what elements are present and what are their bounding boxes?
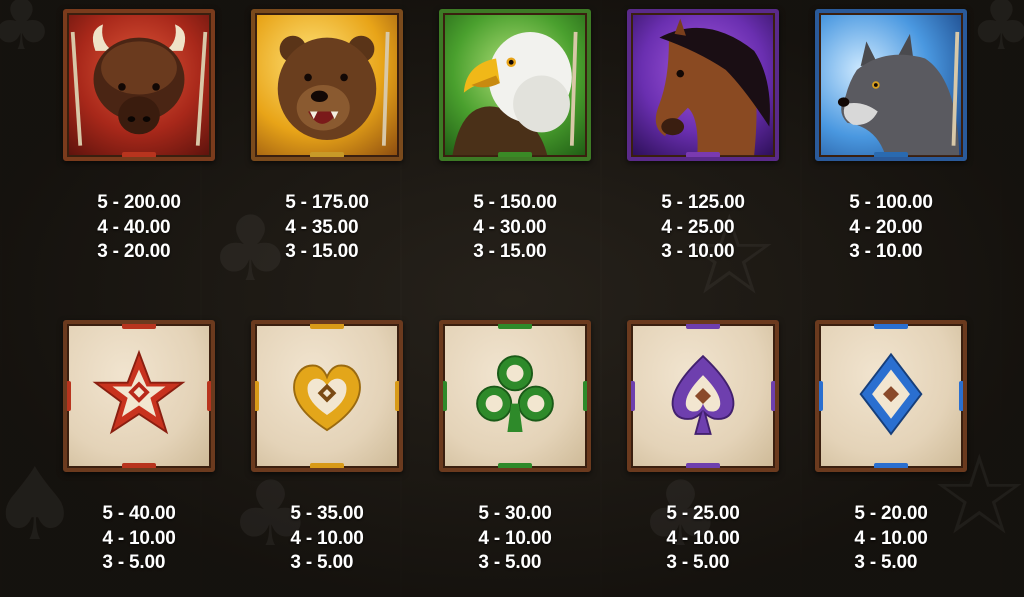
payout-list: 5 - 20.00 4 - 10.00 3 - 5.00 — [854, 502, 927, 576]
diamond-icon — [859, 352, 923, 436]
tile-bead — [874, 152, 908, 157]
payout-list: 5 - 100.00 4 - 20.00 3 - 10.00 — [849, 191, 933, 265]
tile-bead — [498, 324, 532, 329]
payout-4: 4 - 20.00 — [849, 216, 923, 238]
tile-bead — [207, 381, 211, 411]
tile-bead — [255, 381, 259, 411]
payout-4: 4 - 35.00 — [285, 216, 359, 238]
bear-icon — [277, 31, 390, 146]
tile-bead — [583, 381, 587, 411]
payout-list: 5 - 30.00 4 - 10.00 3 - 5.00 — [478, 502, 551, 576]
spade-icon — [671, 354, 735, 435]
horse-icon — [655, 18, 770, 156]
eagle-icon — [452, 31, 578, 156]
payout-4: 4 - 10.00 — [854, 527, 928, 549]
payout-list: 5 - 25.00 4 - 10.00 3 - 5.00 — [666, 502, 739, 576]
paytable-item-heart: 5 - 35.00 4 - 10.00 3 - 5.00 — [251, 320, 403, 576]
wolf-icon — [837, 31, 960, 156]
horse-tile — [627, 9, 779, 161]
tile-bead — [498, 463, 532, 468]
buffalo-tile — [63, 9, 215, 161]
tile-bead — [686, 463, 720, 468]
paytable-item-horse: 5 - 125.00 4 - 25.00 3 - 10.00 — [627, 9, 779, 265]
heart-icon — [293, 364, 361, 432]
diamond-tile — [815, 320, 967, 472]
tile-bead — [771, 381, 775, 411]
tile-bead — [443, 381, 447, 411]
payout-list: 5 - 200.00 4 - 40.00 3 - 20.00 — [97, 191, 181, 265]
star-icon — [92, 349, 186, 435]
paytable-item-buffalo: 5 - 200.00 4 - 40.00 3 - 20.00 — [63, 9, 215, 265]
tile-bead — [959, 381, 963, 411]
payout-5: 5 - 20.00 — [854, 503, 928, 524]
tile-bead — [631, 381, 635, 411]
buffalo-icon — [70, 24, 208, 146]
payout-3: 3 - 10.00 — [849, 241, 923, 262]
payout-3: 3 - 15.00 — [285, 241, 359, 262]
payout-3: 3 - 5.00 — [854, 552, 918, 573]
tile-bead — [122, 463, 156, 468]
tile-bead — [122, 152, 156, 157]
tile-bead — [686, 324, 720, 329]
payout-4: 4 - 10.00 — [478, 527, 552, 549]
paytable-item-wolf: 5 - 100.00 4 - 20.00 3 - 10.00 — [815, 9, 967, 265]
tile-bead — [67, 381, 71, 411]
payout-5: 5 - 30.00 — [478, 503, 552, 524]
star-tile — [63, 320, 215, 472]
bear-tile — [251, 9, 403, 161]
payout-5: 5 - 25.00 — [666, 503, 740, 524]
paytable-item-club: 5 - 30.00 4 - 10.00 3 - 5.00 — [439, 320, 591, 576]
paytable-item-eagle: 5 - 150.00 4 - 30.00 3 - 15.00 — [439, 9, 591, 265]
payout-list: 5 - 150.00 4 - 30.00 3 - 15.00 — [473, 191, 557, 265]
tile-bead — [874, 463, 908, 468]
payout-3: 3 - 5.00 — [478, 552, 542, 573]
paytable-item-star: 5 - 40.00 4 - 10.00 3 - 5.00 — [63, 320, 215, 576]
payout-4: 4 - 10.00 — [290, 527, 364, 549]
payout-5: 5 - 175.00 — [285, 192, 369, 213]
payout-3: 3 - 5.00 — [290, 552, 354, 573]
eagle-tile — [439, 9, 591, 161]
paytable: 5 - 200.00 4 - 40.00 3 - 20.00 5 - 175.0… — [0, 0, 1024, 597]
tile-bead — [395, 381, 399, 411]
payout-4: 4 - 10.00 — [666, 527, 740, 549]
payout-list: 5 - 175.00 4 - 35.00 3 - 15.00 — [285, 191, 369, 265]
payout-5: 5 - 40.00 — [102, 503, 176, 524]
payout-list: 5 - 125.00 4 - 25.00 3 - 10.00 — [661, 191, 745, 265]
payout-5: 5 - 125.00 — [661, 192, 745, 213]
payout-5: 5 - 200.00 — [97, 192, 181, 213]
payout-3: 3 - 20.00 — [97, 241, 171, 262]
tile-bead — [686, 152, 720, 157]
payout-4: 4 - 30.00 — [473, 216, 547, 238]
payout-3: 3 - 15.00 — [473, 241, 547, 262]
tile-bead — [310, 324, 344, 329]
payout-3: 3 - 10.00 — [661, 241, 735, 262]
tile-bead — [498, 152, 532, 157]
payout-list: 5 - 35.00 4 - 10.00 3 - 5.00 — [290, 502, 363, 576]
payout-list: 5 - 40.00 4 - 10.00 3 - 5.00 — [102, 502, 175, 576]
club-icon — [476, 355, 554, 432]
tile-bead — [310, 152, 344, 157]
tile-bead — [310, 463, 344, 468]
paytable-item-bear: 5 - 175.00 4 - 35.00 3 - 15.00 — [251, 9, 403, 265]
tile-bead — [874, 324, 908, 329]
spade-tile — [627, 320, 779, 472]
paytable-item-diamond: 5 - 20.00 4 - 10.00 3 - 5.00 — [815, 320, 967, 576]
club-tile — [439, 320, 591, 472]
wolf-tile — [815, 9, 967, 161]
payout-4: 4 - 10.00 — [102, 527, 176, 549]
payout-3: 3 - 5.00 — [666, 552, 730, 573]
payout-5: 5 - 35.00 — [290, 503, 364, 524]
tile-bead — [122, 324, 156, 329]
payout-5: 5 - 150.00 — [473, 192, 557, 213]
paytable-item-spade: 5 - 25.00 4 - 10.00 3 - 5.00 — [627, 320, 779, 576]
payout-3: 3 - 5.00 — [102, 552, 166, 573]
payout-5: 5 - 100.00 — [849, 192, 933, 213]
payout-4: 4 - 40.00 — [97, 216, 171, 238]
payout-4: 4 - 25.00 — [661, 216, 735, 238]
tile-bead — [819, 381, 823, 411]
heart-tile — [251, 320, 403, 472]
